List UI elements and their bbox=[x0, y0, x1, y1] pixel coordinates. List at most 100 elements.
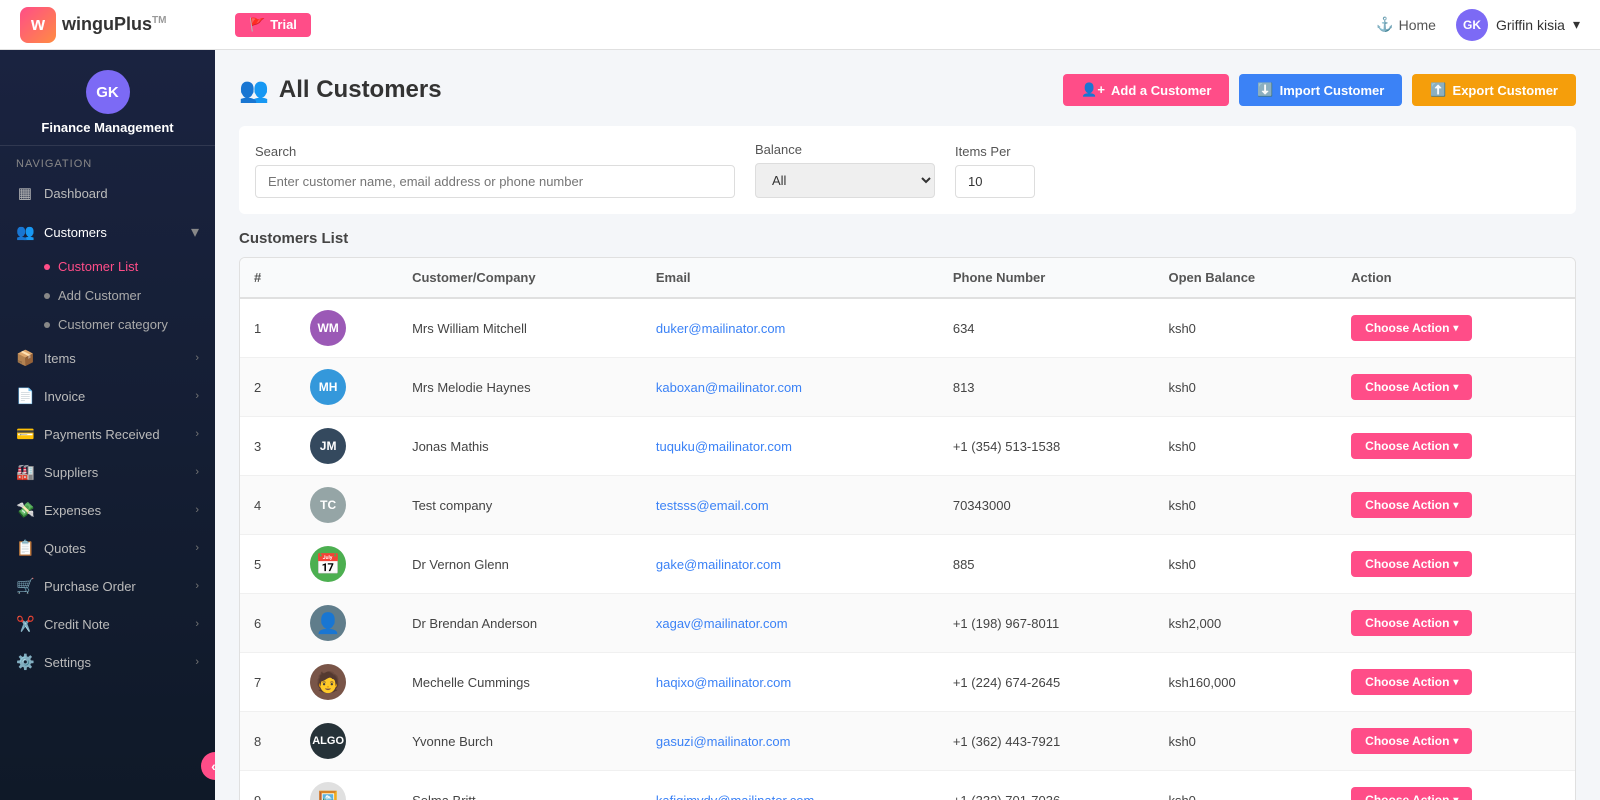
filter-bar: Search Balance All Items Per bbox=[239, 126, 1576, 214]
items-icon: 📦 bbox=[16, 349, 34, 367]
cell-avatar: WM bbox=[296, 298, 398, 358]
cell-phone: 813 bbox=[939, 358, 1155, 417]
cell-name: Dr Brendan Anderson bbox=[398, 594, 642, 653]
home-link[interactable]: ⚓ Home bbox=[1376, 16, 1436, 33]
cell-avatar: MH bbox=[296, 358, 398, 417]
balance-select[interactable]: All bbox=[755, 163, 935, 198]
user-avatar: GK bbox=[1456, 9, 1488, 41]
sub-item-add-customer[interactable]: Add Customer bbox=[0, 281, 215, 310]
sub-item-customer-category[interactable]: Customer category bbox=[0, 310, 215, 339]
sidebar-item-customers[interactable]: 👥 Customers ▾ bbox=[0, 212, 215, 252]
choose-action-button[interactable]: Choose Action▾ bbox=[1351, 728, 1472, 754]
email-link[interactable]: xagav@mailinator.com bbox=[656, 616, 788, 631]
col-phone: Phone Number bbox=[939, 258, 1155, 298]
sidebar-label-credit-note: Credit Note bbox=[44, 617, 110, 632]
cell-email: testsss@email.com bbox=[642, 476, 939, 535]
sidebar-label-customers: Customers bbox=[44, 225, 107, 240]
cell-phone: 634 bbox=[939, 298, 1155, 358]
cell-email: duker@mailinator.com bbox=[642, 298, 939, 358]
cell-email: haqixo@mailinator.com bbox=[642, 653, 939, 712]
items-per-group: Items Per bbox=[955, 144, 1035, 198]
avatar: 🧑 bbox=[310, 664, 346, 700]
choose-action-button[interactable]: Choose Action▾ bbox=[1351, 787, 1472, 800]
customers-sub-nav: Customer List Add Customer Customer cate… bbox=[0, 252, 215, 339]
sidebar-item-settings[interactable]: ⚙️ Settings › bbox=[0, 643, 215, 681]
cell-num: 2 bbox=[240, 358, 296, 417]
sidebar-item-items[interactable]: 📦 Items › bbox=[0, 339, 215, 377]
items-per-label: Items Per bbox=[955, 144, 1035, 159]
email-link[interactable]: kafiqimydy@mailinator.com bbox=[656, 793, 814, 800]
choose-action-button[interactable]: Choose Action▾ bbox=[1351, 551, 1472, 577]
email-link[interactable]: testsss@email.com bbox=[656, 498, 769, 513]
cell-num: 8 bbox=[240, 712, 296, 771]
purchase-order-icon: 🛒 bbox=[16, 577, 34, 595]
sidebar-item-expenses[interactable]: 💸 Expenses › bbox=[0, 491, 215, 529]
email-link[interactable]: haqixo@mailinator.com bbox=[656, 675, 791, 690]
sidebar-item-credit-note[interactable]: ✂️ Credit Note › bbox=[0, 605, 215, 643]
sidebar-label-quotes: Quotes bbox=[44, 541, 86, 556]
export-icon: ⬆️ bbox=[1430, 82, 1446, 98]
sidebar-item-invoice[interactable]: 📄 Invoice › bbox=[0, 377, 215, 415]
customers-list-section: Customers List # Customer/Company Email … bbox=[239, 230, 1576, 800]
customers-table: # Customer/Company Email Phone Number Op… bbox=[240, 258, 1575, 800]
header-actions: 👤+ Add a Customer ⬇️ Import Customer ⬆️ … bbox=[1063, 74, 1576, 106]
email-link[interactable]: kaboxan@mailinator.com bbox=[656, 380, 802, 395]
sidebar-item-suppliers[interactable]: 🏭 Suppliers › bbox=[0, 453, 215, 491]
sidebar-item-payments[interactable]: 💳 Payments Received › bbox=[0, 415, 215, 453]
sidebar-collapse-button[interactable]: « bbox=[201, 752, 215, 780]
avatar: MH bbox=[310, 369, 346, 405]
col-num: # bbox=[240, 258, 296, 298]
suppliers-icon: 🏭 bbox=[16, 463, 34, 481]
invoice-icon: 📄 bbox=[16, 387, 34, 405]
cell-name: Mechelle Cummings bbox=[398, 653, 642, 712]
choose-action-button[interactable]: Choose Action▾ bbox=[1351, 374, 1472, 400]
import-customer-button[interactable]: ⬇️ Import Customer bbox=[1239, 74, 1402, 106]
col-action: Action bbox=[1337, 258, 1575, 298]
anchor-icon: ⚓ bbox=[1376, 16, 1393, 33]
choose-action-button[interactable]: Choose Action▾ bbox=[1351, 315, 1472, 341]
sidebar-label-purchase-order: Purchase Order bbox=[44, 579, 136, 594]
items-per-input[interactable] bbox=[955, 165, 1035, 198]
cell-email: kafiqimydy@mailinator.com bbox=[642, 771, 939, 800]
chevron-customers-icon: ▾ bbox=[191, 222, 199, 242]
cell-email: gake@mailinator.com bbox=[642, 535, 939, 594]
email-link[interactable]: tuquku@mailinator.com bbox=[656, 439, 792, 454]
search-input[interactable] bbox=[255, 165, 735, 198]
choose-action-button[interactable]: Choose Action▾ bbox=[1351, 669, 1472, 695]
trial-badge[interactable]: 🚩 Trial bbox=[235, 13, 311, 37]
cell-num: 3 bbox=[240, 417, 296, 476]
cell-phone: 885 bbox=[939, 535, 1155, 594]
cell-avatar: 👤 bbox=[296, 594, 398, 653]
avatar: JM bbox=[310, 428, 346, 464]
email-link[interactable]: gasuzi@mailinator.com bbox=[656, 734, 791, 749]
page-title-text: All Customers bbox=[279, 76, 442, 104]
choose-action-button[interactable]: Choose Action▾ bbox=[1351, 433, 1472, 459]
choose-action-button[interactable]: Choose Action▾ bbox=[1351, 610, 1472, 636]
chevron-settings-icon: › bbox=[195, 656, 199, 668]
cell-action: Choose Action▾ bbox=[1337, 535, 1575, 594]
caret-icon: ▾ bbox=[1453, 500, 1458, 511]
email-link[interactable]: gake@mailinator.com bbox=[656, 557, 781, 572]
avatar: 👤 bbox=[310, 605, 346, 641]
chevron-credit-note-icon: › bbox=[195, 618, 199, 630]
cell-phone: +1 (224) 674-2645 bbox=[939, 653, 1155, 712]
dashboard-icon: ▦ bbox=[16, 184, 34, 202]
sidebar-item-quotes[interactable]: 📋 Quotes › bbox=[0, 529, 215, 567]
cell-name: Jonas Mathis bbox=[398, 417, 642, 476]
cell-balance: ksh0 bbox=[1154, 535, 1337, 594]
user-menu-button[interactable]: GK Griffin kisia ▾ bbox=[1456, 9, 1580, 41]
cell-email: xagav@mailinator.com bbox=[642, 594, 939, 653]
customers-tbody: 1WMMrs William Mitchellduker@mailinator.… bbox=[240, 298, 1575, 800]
table-row: 8ALGOYvonne Burchgasuzi@mailinator.com+1… bbox=[240, 712, 1575, 771]
sidebar-item-dashboard[interactable]: ▦ Dashboard bbox=[0, 174, 215, 212]
sub-label-add-customer: Add Customer bbox=[58, 288, 141, 303]
sidebar-item-purchase-order[interactable]: 🛒 Purchase Order › bbox=[0, 567, 215, 605]
choose-action-button[interactable]: Choose Action▾ bbox=[1351, 492, 1472, 518]
add-customer-button[interactable]: 👤+ Add a Customer bbox=[1063, 74, 1229, 106]
cell-balance: ksh160,000 bbox=[1154, 653, 1337, 712]
sub-item-customer-list[interactable]: Customer List bbox=[0, 252, 215, 281]
export-customer-button[interactable]: ⬆️ Export Customer bbox=[1412, 74, 1576, 106]
email-link[interactable]: duker@mailinator.com bbox=[656, 321, 786, 336]
cell-balance: ksh0 bbox=[1154, 712, 1337, 771]
settings-icon: ⚙️ bbox=[16, 653, 34, 671]
